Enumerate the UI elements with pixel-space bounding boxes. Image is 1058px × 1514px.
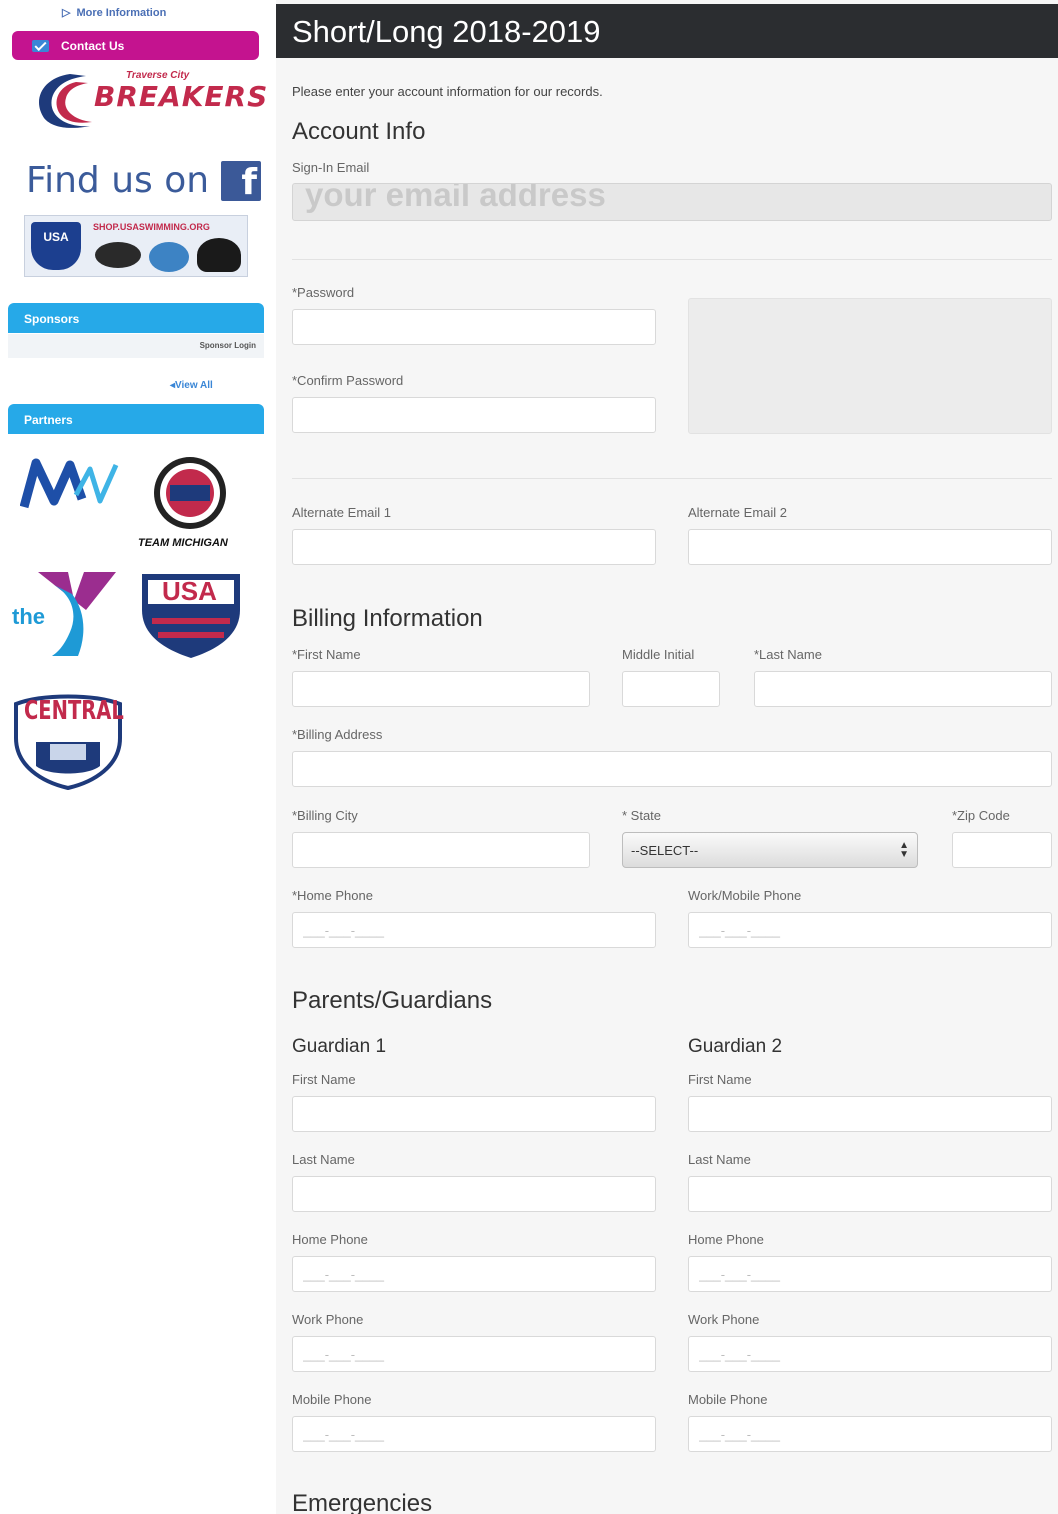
guardian-1-work-phone-label: Work Phone (292, 1312, 364, 1327)
breakers-logo[interactable]: Traverse City BREAKERS (30, 70, 267, 135)
password-input[interactable] (292, 309, 656, 345)
guardian-1-home-phone-input[interactable] (292, 1256, 656, 1292)
sponsor-login-link[interactable]: Sponsor Login (8, 334, 264, 358)
swim-gear-icon (149, 242, 189, 272)
chevron-right-icon: ▷ (62, 7, 71, 19)
guardian-2-first-name-label: First Name (688, 1072, 752, 1087)
guardian-1-mobile-phone-label: Mobile Phone (292, 1392, 372, 1407)
work-mobile-phone-input[interactable] (688, 912, 1052, 948)
envelope-icon (32, 39, 49, 52)
guardian-1-home-phone-label: Home Phone (292, 1232, 368, 1247)
alternate-email-1-label: Alternate Email 1 (292, 505, 391, 520)
guardian-1-work-phone-input[interactable] (292, 1336, 656, 1372)
guardian-2-work-phone-input[interactable] (688, 1336, 1052, 1372)
zip-code-input[interactable] (952, 832, 1052, 868)
page-title: Short/Long 2018-2019 (292, 14, 601, 49)
guardian-1-first-name-input[interactable] (292, 1096, 656, 1132)
guardian-2-home-phone-label: Home Phone (688, 1232, 764, 1247)
alternate-email-1-input[interactable] (292, 529, 656, 565)
main-content: Short/Long 2018-2019 Please enter your a… (276, 0, 1058, 1514)
facebook-icon: f (221, 160, 262, 201)
alternate-email-2-label: Alternate Email 2 (688, 505, 787, 520)
guardian-1-mobile-phone-input[interactable] (292, 1416, 656, 1452)
guardian-1-last-name-label: Last Name (292, 1152, 355, 1167)
middle-initial-label: Middle Initial (622, 647, 695, 662)
billing-first-name-input[interactable] (292, 671, 590, 707)
partners-header: Partners (8, 404, 264, 434)
central-zone-logo[interactable]: CENTRAL (12, 690, 124, 791)
select-arrows-icon: ▲ ▼ (899, 840, 909, 860)
password-info-panel (688, 298, 1052, 434)
confirm-password-input[interactable] (292, 397, 656, 433)
sidebar: ▷ More Information Contact Us Traverse Ci… (0, 0, 272, 1514)
billing-address-label: *Billing Address (292, 727, 383, 742)
alternate-email-2-input[interactable] (688, 529, 1052, 565)
team-michigan-badge-icon (154, 457, 226, 529)
signin-email-label: Sign-In Email (292, 160, 370, 175)
usa-swimming-shop-banner[interactable]: USA SHOP.USASWIMMING.ORG (24, 215, 248, 277)
home-phone-input[interactable] (292, 912, 656, 948)
ymca-logo[interactable]: the (12, 570, 122, 660)
intro-text: Please enter your account information fo… (292, 84, 603, 99)
state-label: * State (622, 808, 662, 823)
confirm-password-label: *Confirm Password (292, 373, 404, 388)
find-us-on-facebook[interactable]: Find us on f (26, 160, 262, 201)
sponsors-header: Sponsors (8, 303, 264, 333)
divider (292, 259, 1052, 260)
guardian-1-heading: Guardian 1 (292, 1036, 387, 1057)
password-label: *Password (292, 285, 355, 300)
title-bar: Short/Long 2018-2019 (276, 4, 1058, 58)
emergencies-heading: Emergencies (292, 1490, 433, 1514)
mw-partner-logo[interactable] (20, 455, 120, 521)
billing-first-name-label: *First Name (292, 647, 361, 662)
usa-swimming-logo[interactable]: USA (138, 570, 244, 660)
more-information-link[interactable]: ▷ More Information (62, 6, 166, 19)
middle-initial-input[interactable] (622, 671, 720, 707)
guardian-2-first-name-input[interactable] (688, 1096, 1052, 1132)
state-select[interactable]: --SELECT-- ▲ ▼ (622, 832, 918, 868)
guardian-2-mobile-phone-input[interactable] (688, 1416, 1052, 1452)
home-phone-label: *Home Phone (292, 888, 373, 903)
guardian-2-heading: Guardian 2 (688, 1036, 783, 1057)
guardian-2-last-name-label: Last Name (688, 1152, 751, 1167)
usa-swimming-shield-icon: USA (31, 222, 81, 270)
billing-address-input[interactable] (292, 751, 1052, 787)
guardians-heading: Parents/Guardians (292, 987, 493, 1014)
billing-city-input[interactable] (292, 832, 590, 868)
account-info-heading: Account Info (292, 118, 426, 145)
guardian-2-last-name-input[interactable] (688, 1176, 1052, 1212)
billing-heading: Billing Information (292, 605, 483, 632)
goggles-icon (95, 242, 141, 268)
billing-city-label: *Billing City (292, 808, 358, 823)
signin-email-field: your email address (292, 183, 1052, 221)
team-michigan-logo[interactable]: TEAM MICHIGAN (138, 455, 244, 555)
work-mobile-phone-label: Work/Mobile Phone (688, 888, 802, 903)
divider (292, 478, 1052, 479)
guardian-2-home-phone-input[interactable] (688, 1256, 1052, 1292)
guardian-1-first-name-label: First Name (292, 1072, 356, 1087)
view-all-link[interactable]: ◂View All (170, 380, 213, 391)
guardian-1-last-name-input[interactable] (292, 1176, 656, 1212)
contact-us-button[interactable]: Contact Us (12, 31, 259, 60)
guardian-2-work-phone-label: Work Phone (688, 1312, 760, 1327)
zip-code-label: *Zip Code (952, 808, 1010, 823)
billing-last-name-label: *Last Name (754, 647, 822, 662)
swim-cap-icon (197, 238, 241, 272)
guardian-2-mobile-phone-label: Mobile Phone (688, 1392, 768, 1407)
billing-last-name-input[interactable] (754, 671, 1052, 707)
